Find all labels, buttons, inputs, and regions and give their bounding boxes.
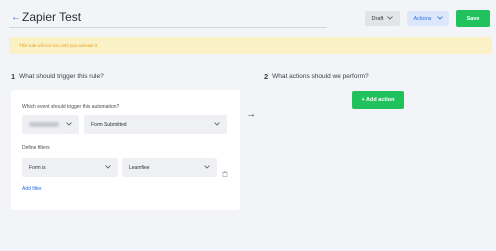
filter-value-select[interactable]: Leamfiee: [122, 158, 217, 177]
filter-condition-select[interactable]: Form is: [22, 158, 118, 177]
event-value: Form Submitted: [91, 121, 127, 128]
add-filter-link[interactable]: Add filter: [22, 186, 42, 192]
banner-text: This rule will not run until you activat…: [19, 43, 99, 48]
chevron-down-icon: [204, 164, 210, 171]
filters-label: Define filters: [22, 145, 50, 151]
title-underline: [9, 27, 327, 28]
actions-label: Actions: [413, 15, 432, 22]
chevron-down-icon: [387, 15, 394, 22]
step-number: 1: [11, 72, 16, 81]
step-number: 2: [264, 72, 269, 81]
app-select[interactable]: [22, 115, 79, 134]
chevron-down-icon: [66, 121, 72, 128]
filter-value: Leamfiee: [129, 164, 150, 171]
status-dropdown[interactable]: Draft: [365, 11, 400, 26]
event-select[interactable]: Form Submitted: [84, 115, 227, 134]
actions-dropdown[interactable]: Actions: [407, 11, 449, 26]
inactive-warning-banner: This rule will not run until you activat…: [9, 37, 492, 54]
chevron-down-icon: [105, 164, 111, 171]
flow-arrow-icon: →: [246, 109, 256, 120]
back-arrow-icon[interactable]: ←: [11, 12, 21, 23]
event-label: Which event should trigger this automati…: [22, 104, 120, 110]
add-action-button[interactable]: + Add action: [352, 91, 404, 109]
chevron-down-icon: [214, 121, 220, 128]
header-bar: ← Zapier Test Draft Actions Save: [0, 0, 496, 36]
redacted-app-name: [29, 122, 59, 127]
chevron-down-icon: [436, 15, 443, 22]
trigger-section-heading: 1 What should trigger this rule?: [11, 72, 104, 81]
status-value: Draft: [371, 15, 384, 22]
actions-section-heading: 2 What actions should we perform?: [264, 72, 369, 81]
filter-condition-value: Form is: [29, 164, 46, 171]
trigger-section-title: What should trigger this rule?: [19, 73, 104, 80]
save-button[interactable]: Save: [456, 10, 490, 27]
actions-section-title: What actions should we perform?: [272, 73, 369, 80]
rule-title-input[interactable]: Zapier Test: [22, 10, 81, 24]
delete-filter-trash-icon[interactable]: [222, 164, 228, 177]
